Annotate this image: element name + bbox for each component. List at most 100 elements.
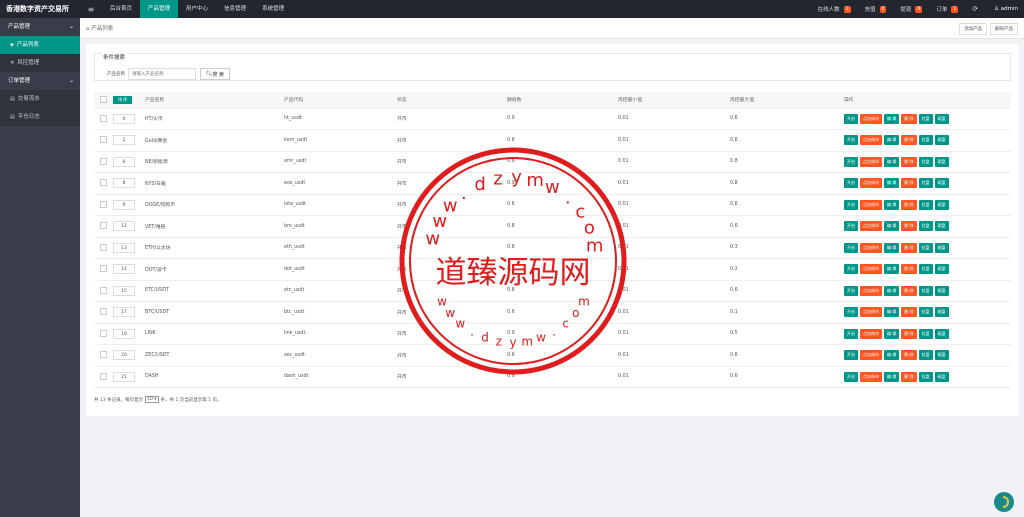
open-button[interactable]: 开启 bbox=[844, 328, 858, 339]
dump-button[interactable]: 砸盘 bbox=[934, 135, 949, 146]
pump-button[interactable]: 拉盘 bbox=[918, 242, 933, 253]
nav-system[interactable]: 系统管理 bbox=[254, 0, 292, 18]
open-button[interactable]: 开启 bbox=[844, 242, 858, 253]
pump-button[interactable]: 拉盘 bbox=[918, 285, 933, 296]
search-button[interactable]: 🔍︎ 搜 索 bbox=[200, 68, 230, 80]
sort-input[interactable]: 17 bbox=[113, 307, 135, 318]
close-market-button[interactable]: 点击休市 bbox=[860, 307, 882, 318]
delete-button[interactable]: 删 除 bbox=[901, 285, 917, 296]
row-checkbox[interactable] bbox=[100, 308, 107, 316]
open-button[interactable]: 开启 bbox=[844, 156, 858, 167]
dump-button[interactable]: 砸盘 bbox=[934, 199, 949, 210]
pump-button[interactable]: 拉盘 bbox=[918, 135, 933, 146]
row-checkbox[interactable] bbox=[100, 265, 107, 273]
row-checkbox[interactable] bbox=[100, 200, 107, 208]
sort-input[interactable]: 2 bbox=[113, 135, 135, 146]
edit-button[interactable]: 编 辑 bbox=[884, 221, 900, 232]
nav-products[interactable]: 产品管理 bbox=[140, 0, 179, 18]
row-checkbox[interactable] bbox=[100, 222, 107, 230]
close-market-button[interactable]: 点击休市 bbox=[860, 350, 882, 361]
dump-button[interactable]: 砸盘 bbox=[934, 328, 949, 339]
close-market-button[interactable]: 点击休市 bbox=[860, 242, 882, 253]
menu-toggle-icon[interactable]: ≡ bbox=[80, 5, 102, 14]
open-button[interactable]: 开启 bbox=[844, 199, 858, 210]
delete-button[interactable]: 删 除 bbox=[901, 113, 917, 124]
pump-button[interactable]: 拉盘 bbox=[918, 328, 933, 339]
dump-button[interactable]: 砸盘 bbox=[934, 156, 949, 167]
edit-button[interactable]: 编 辑 bbox=[884, 156, 900, 167]
withdraw-count[interactable]: 提现 0 bbox=[900, 5, 923, 13]
pump-button[interactable]: 拉盘 bbox=[918, 371, 933, 382]
edit-button[interactable]: 编 辑 bbox=[884, 307, 900, 318]
sort-input[interactable]: 0 bbox=[113, 113, 135, 124]
delete-button[interactable]: 删 除 bbox=[901, 221, 917, 232]
pump-button[interactable]: 拉盘 bbox=[918, 178, 933, 189]
order-count[interactable]: 订单 1 bbox=[936, 5, 959, 13]
sort-input[interactable]: 8 bbox=[113, 178, 135, 189]
dump-button[interactable]: 砸盘 bbox=[934, 113, 949, 124]
sort-input[interactable]: 14 bbox=[113, 264, 135, 275]
sidebar-group-products[interactable]: 产品管理 ⌄ bbox=[0, 18, 80, 36]
row-checkbox[interactable] bbox=[100, 136, 107, 144]
delete-button[interactable]: 删 除 bbox=[901, 135, 917, 146]
pump-button[interactable]: 拉盘 bbox=[918, 221, 933, 232]
close-market-button[interactable]: 点击休市 bbox=[860, 199, 882, 210]
close-market-button[interactable]: 点击休市 bbox=[860, 371, 882, 382]
dump-button[interactable]: 砸盘 bbox=[934, 178, 949, 189]
close-market-button[interactable]: 点击休市 bbox=[860, 135, 882, 146]
open-button[interactable]: 开启 bbox=[844, 307, 858, 318]
delete-product-button[interactable]: 删除产品 bbox=[990, 23, 1018, 35]
row-checkbox[interactable] bbox=[100, 114, 107, 122]
pump-button[interactable]: 拉盘 bbox=[918, 307, 933, 318]
delete-button[interactable]: 删 除 bbox=[901, 350, 917, 361]
dump-button[interactable]: 砸盘 bbox=[934, 307, 949, 318]
edit-button[interactable]: 编 辑 bbox=[884, 242, 900, 253]
open-button[interactable]: 开启 bbox=[844, 135, 858, 146]
open-button[interactable]: 开启 bbox=[844, 178, 858, 189]
open-button[interactable]: 开启 bbox=[844, 264, 858, 275]
delete-button[interactable]: 删 除 bbox=[901, 264, 917, 275]
dump-button[interactable]: 砸盘 bbox=[934, 285, 949, 296]
page-size-select[interactable]: 10 ▾ bbox=[145, 396, 159, 403]
add-product-button[interactable]: 添加产品 bbox=[959, 23, 987, 35]
edit-button[interactable]: 编 辑 bbox=[884, 135, 900, 146]
delete-button[interactable]: 删 除 bbox=[901, 307, 917, 318]
pump-button[interactable]: 拉盘 bbox=[918, 264, 933, 275]
sort-input[interactable]: 20 bbox=[113, 350, 135, 361]
row-checkbox[interactable] bbox=[100, 179, 107, 187]
delete-button[interactable]: 删 除 bbox=[901, 371, 917, 382]
sort-input[interactable]: 12 bbox=[113, 221, 135, 232]
user-menu[interactable]: ♙ admin bbox=[994, 6, 1018, 12]
edit-button[interactable]: 编 辑 bbox=[884, 264, 900, 275]
online-count[interactable]: 在线人数 1 bbox=[818, 5, 851, 13]
dump-button[interactable]: 砸盘 bbox=[934, 221, 949, 232]
nav-home[interactable]: 后台首页 bbox=[102, 0, 140, 18]
row-checkbox[interactable] bbox=[100, 372, 107, 380]
dump-button[interactable]: 砸盘 bbox=[934, 350, 949, 361]
delete-button[interactable]: 删 除 bbox=[901, 199, 917, 210]
dump-button[interactable]: 砸盘 bbox=[934, 371, 949, 382]
row-checkbox[interactable] bbox=[100, 286, 107, 294]
dump-button[interactable]: 砸盘 bbox=[934, 242, 949, 253]
sidebar-item-product-list[interactable]: ◈ 产品列表 bbox=[0, 36, 80, 54]
edit-button[interactable]: 编 辑 bbox=[884, 285, 900, 296]
edit-button[interactable]: 编 辑 bbox=[884, 199, 900, 210]
open-button[interactable]: 开启 bbox=[844, 285, 858, 296]
close-market-button[interactable]: 点击休市 bbox=[860, 156, 882, 167]
close-market-button[interactable]: 点击休市 bbox=[860, 113, 882, 124]
refresh-icon[interactable]: ⟳ bbox=[972, 5, 978, 13]
sort-input[interactable]: 21 bbox=[113, 371, 135, 382]
delete-button[interactable]: 删 除 bbox=[901, 242, 917, 253]
sort-input[interactable]: 19 bbox=[113, 328, 135, 339]
row-checkbox[interactable] bbox=[100, 329, 107, 337]
delete-button[interactable]: 删 除 bbox=[901, 178, 917, 189]
pump-button[interactable]: 拉盘 bbox=[918, 156, 933, 167]
dump-button[interactable]: 砸盘 bbox=[934, 264, 949, 275]
edit-button[interactable]: 编 辑 bbox=[884, 371, 900, 382]
nav-info[interactable]: 信息管理 bbox=[216, 0, 254, 18]
delete-button[interactable]: 删 除 bbox=[901, 156, 917, 167]
close-market-button[interactable]: 点击休市 bbox=[860, 178, 882, 189]
recharge-count[interactable]: 充值 0 bbox=[865, 5, 887, 13]
sort-input[interactable]: 6 bbox=[113, 156, 135, 167]
edit-button[interactable]: 编 辑 bbox=[884, 113, 900, 124]
